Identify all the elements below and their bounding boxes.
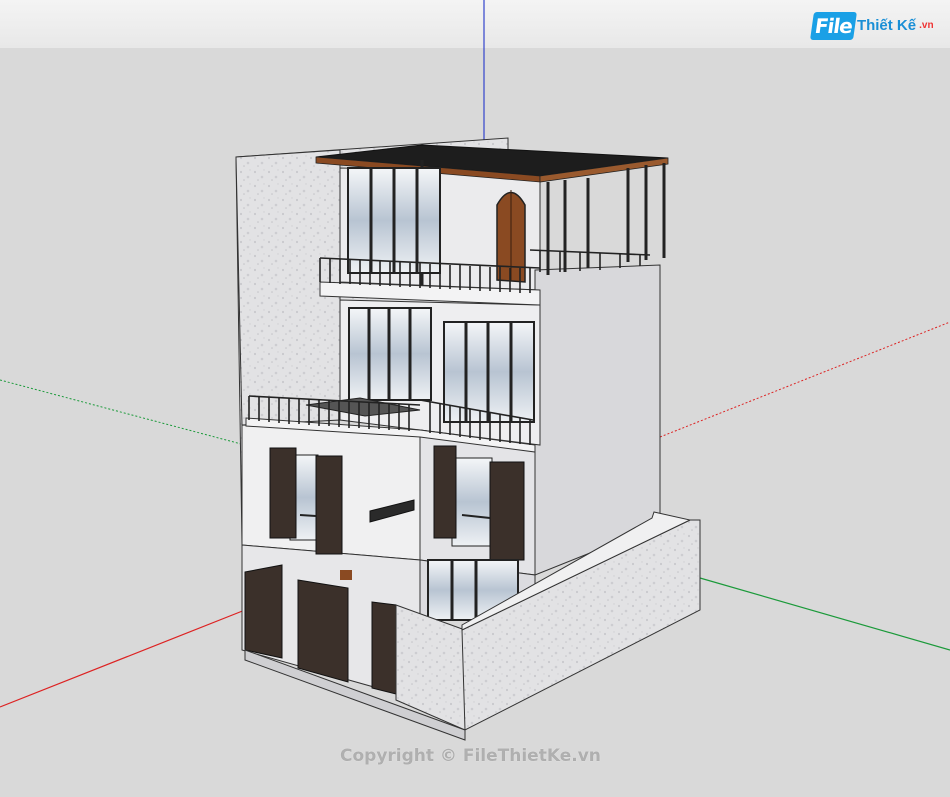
- brand-logo[interactable]: File Thiết Kế .vn: [810, 10, 934, 42]
- copyright-watermark: Copyright © FileThietKe.vn: [340, 746, 601, 766]
- top-floor-windows: [347, 167, 441, 274]
- model-viewport[interactable]: [0, 0, 950, 797]
- house-model[interactable]: [235, 137, 701, 741]
- logo-name: Thiết Kế: [856, 17, 917, 34]
- logo-file-mark: File: [810, 12, 857, 40]
- logo-domain: .vn: [919, 20, 934, 31]
